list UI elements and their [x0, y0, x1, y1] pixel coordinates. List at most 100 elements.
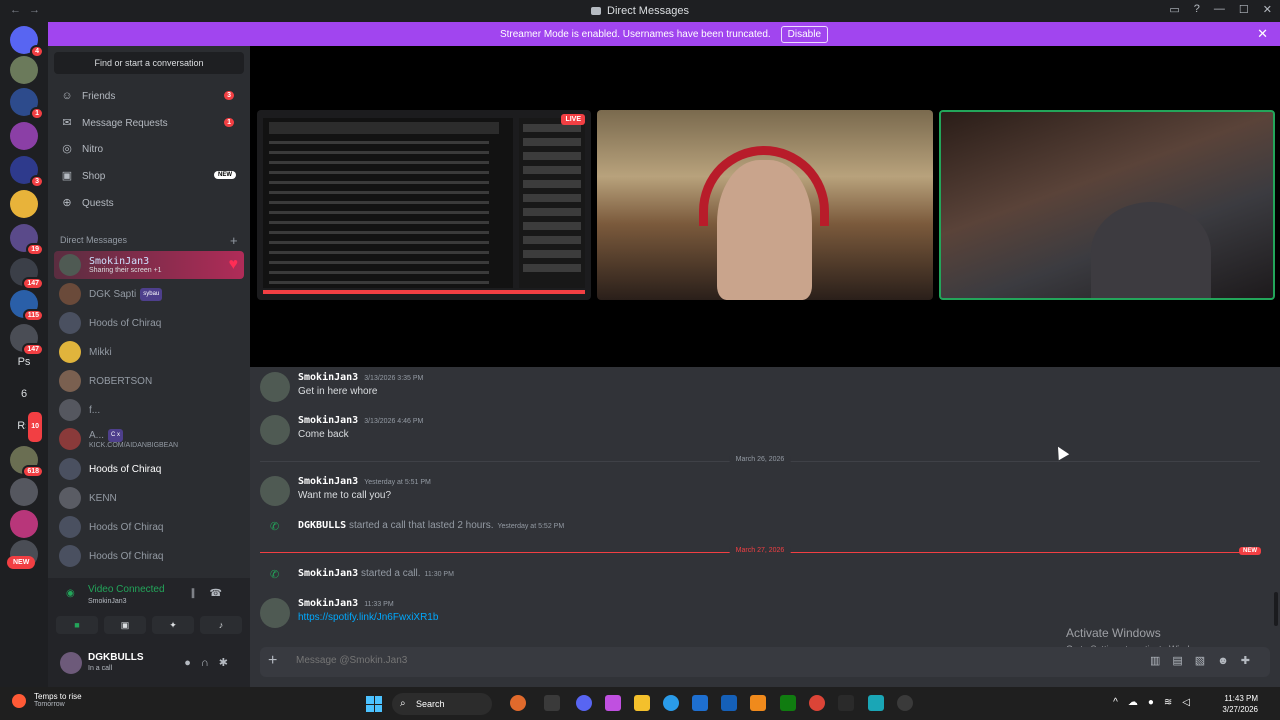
live-badge: LIVE [561, 114, 585, 125]
maximize-button[interactable]: ☐ [1239, 3, 1249, 16]
apps-icon[interactable]: ✚ [1241, 655, 1262, 667]
emoji-icon[interactable]: ☻ [1217, 655, 1241, 667]
inbox-button[interactable]: ▭ [1169, 3, 1179, 16]
taskbar-app[interactable] [576, 695, 592, 711]
guild-item[interactable] [10, 510, 38, 538]
taskbar-app[interactable] [605, 695, 621, 711]
quests-icon: ⊕ [62, 197, 72, 209]
home-button[interactable]: 4 [10, 26, 44, 58]
taskbar-app[interactable] [544, 695, 560, 711]
close-button[interactable]: ✕ [1263, 3, 1272, 16]
file-explorer-icon[interactable] [634, 695, 650, 711]
dm-item[interactable]: KENN [54, 484, 244, 512]
clock[interactable]: 11:43 PM 3/27/2026 [1222, 693, 1258, 715]
volume-icon[interactable]: ◁ [1182, 697, 1200, 708]
gif-icon[interactable]: ▤ [1172, 655, 1194, 667]
disable-streamer-button[interactable]: Disable [780, 25, 829, 43]
xbox-icon[interactable] [780, 695, 796, 711]
create-dm-icon[interactable]: + [230, 233, 238, 248]
dm-item[interactable]: A... C x KICK.COM/AIDANBIGBEAN [54, 425, 244, 453]
help-icon[interactable]: ? [1194, 3, 1200, 16]
guild-item[interactable] [10, 56, 38, 84]
chrome-icon[interactable] [809, 695, 825, 711]
disconnect-icon[interactable]: ☎ [210, 588, 236, 599]
mail-icon: ✉ [62, 117, 72, 129]
weather-widget[interactable]: Temps to rise Tomorrow [12, 692, 82, 708]
guild-item[interactable]: Ps [10, 348, 38, 376]
friends-icon: ☺ [61, 90, 73, 102]
guild-item[interactable] [10, 190, 38, 218]
gift-icon[interactable]: ▥ [1150, 655, 1172, 667]
guild-item[interactable]: 1 [10, 88, 44, 120]
inbox-icon [591, 7, 602, 16]
guild-item[interactable] [10, 478, 38, 506]
outlook-icon[interactable] [721, 695, 737, 711]
dm-item[interactable]: f... [54, 396, 244, 424]
close-icon[interactable]: ✕ [1257, 26, 1268, 42]
taskbar-app[interactable] [510, 695, 526, 711]
store-icon[interactable] [692, 695, 708, 711]
noise-suppression-icon[interactable]: ∥ [191, 588, 210, 599]
dm-item[interactable]: Hoods of Chiraq [54, 309, 244, 337]
find-conversation-button[interactable]: Find or start a conversation [54, 52, 244, 74]
dm-item[interactable]: SmokinJan3 Sharing their screen +1 ♥ [54, 251, 244, 279]
scrollbar[interactable] [1274, 592, 1278, 626]
cloud-icon[interactable]: ☁ [1128, 697, 1148, 708]
sticker-icon[interactable]: ▧ [1195, 655, 1217, 667]
share-screen-button[interactable]: ▣ [104, 616, 146, 634]
dm-item[interactable]: Hoods Of Chiraq [54, 513, 244, 541]
camera-button[interactable]: ■ [56, 616, 98, 634]
minimize-button[interactable]: — [1214, 3, 1225, 16]
dm-item[interactable]: Mikki [54, 338, 244, 366]
voice-channel: SmokinJan3 [88, 598, 127, 605]
dm-item[interactable]: ROBERTSON [54, 367, 244, 395]
guild-item[interactable]: 3 [10, 156, 44, 188]
attach-icon[interactable]: + [268, 652, 277, 670]
voice-status[interactable]: Video Connected [88, 584, 165, 595]
guild-item[interactable]: 115 [10, 290, 44, 322]
avatar[interactable] [260, 415, 290, 445]
message-input[interactable] [296, 655, 996, 666]
chevron-up-icon[interactable]: ^ [1113, 697, 1128, 708]
avatar[interactable] [260, 372, 290, 402]
soundboard-button[interactable]: ♪ [200, 616, 242, 634]
search-icon: ⌕ [400, 698, 406, 709]
gear-icon[interactable]: ✱ [219, 657, 238, 669]
nav-shop[interactable]: ▣ Shop NEW [54, 164, 244, 188]
guild-item[interactable]: 6 [10, 380, 38, 408]
dm-item[interactable]: Hoods Of Chiraq [54, 542, 244, 570]
dm-item[interactable]: Hoods of Chiraq [54, 455, 244, 483]
guild-item[interactable]: 618 [10, 446, 44, 478]
taskbar-app[interactable] [897, 695, 913, 711]
headphones-icon[interactable]: ∩ [201, 657, 219, 669]
video-tile-speaking[interactable] [939, 110, 1275, 300]
vlc-icon[interactable] [750, 695, 766, 711]
spotify-link[interactable]: https://spotify.link/Jn6FwxiXR1b [298, 612, 438, 623]
avatar[interactable] [60, 652, 82, 674]
taskbar-app[interactable] [868, 695, 884, 711]
guild-item[interactable] [10, 122, 38, 150]
taskbar-search[interactable]: ⌕ Search [392, 693, 492, 715]
edge-icon[interactable] [663, 695, 679, 711]
epic-games-icon[interactable] [838, 695, 854, 711]
call-view: LIVE [250, 46, 1280, 367]
nav-quests[interactable]: ⊕ Quests [54, 191, 244, 215]
mic-icon[interactable]: ● [1148, 697, 1164, 708]
avatar[interactable] [260, 476, 290, 506]
stream-tile[interactable]: LIVE [257, 110, 591, 300]
mic-icon[interactable]: ● [184, 657, 201, 669]
guild-item[interactable]: 19 [10, 224, 44, 256]
video-tile[interactable] [597, 110, 933, 300]
activities-button[interactable]: ✦ [152, 616, 194, 634]
guild-item[interactable]: Rs 10 [10, 410, 44, 444]
start-button[interactable] [366, 696, 382, 712]
new-unreads-pill[interactable]: NEW [7, 556, 36, 569]
guild-item[interactable]: 147 [10, 258, 44, 290]
participant-video [1091, 202, 1211, 298]
dm-item[interactable]: DGK Sapti sybau [54, 280, 244, 308]
nav-nitro[interactable]: ◎ Nitro [54, 137, 244, 161]
avatar[interactable] [260, 598, 290, 628]
wifi-icon[interactable]: ≋ [1164, 697, 1182, 708]
nav-friends[interactable]: ☺ Friends 3 [54, 84, 244, 108]
nav-message-requests[interactable]: ✉ Message Requests 1 [54, 111, 244, 135]
